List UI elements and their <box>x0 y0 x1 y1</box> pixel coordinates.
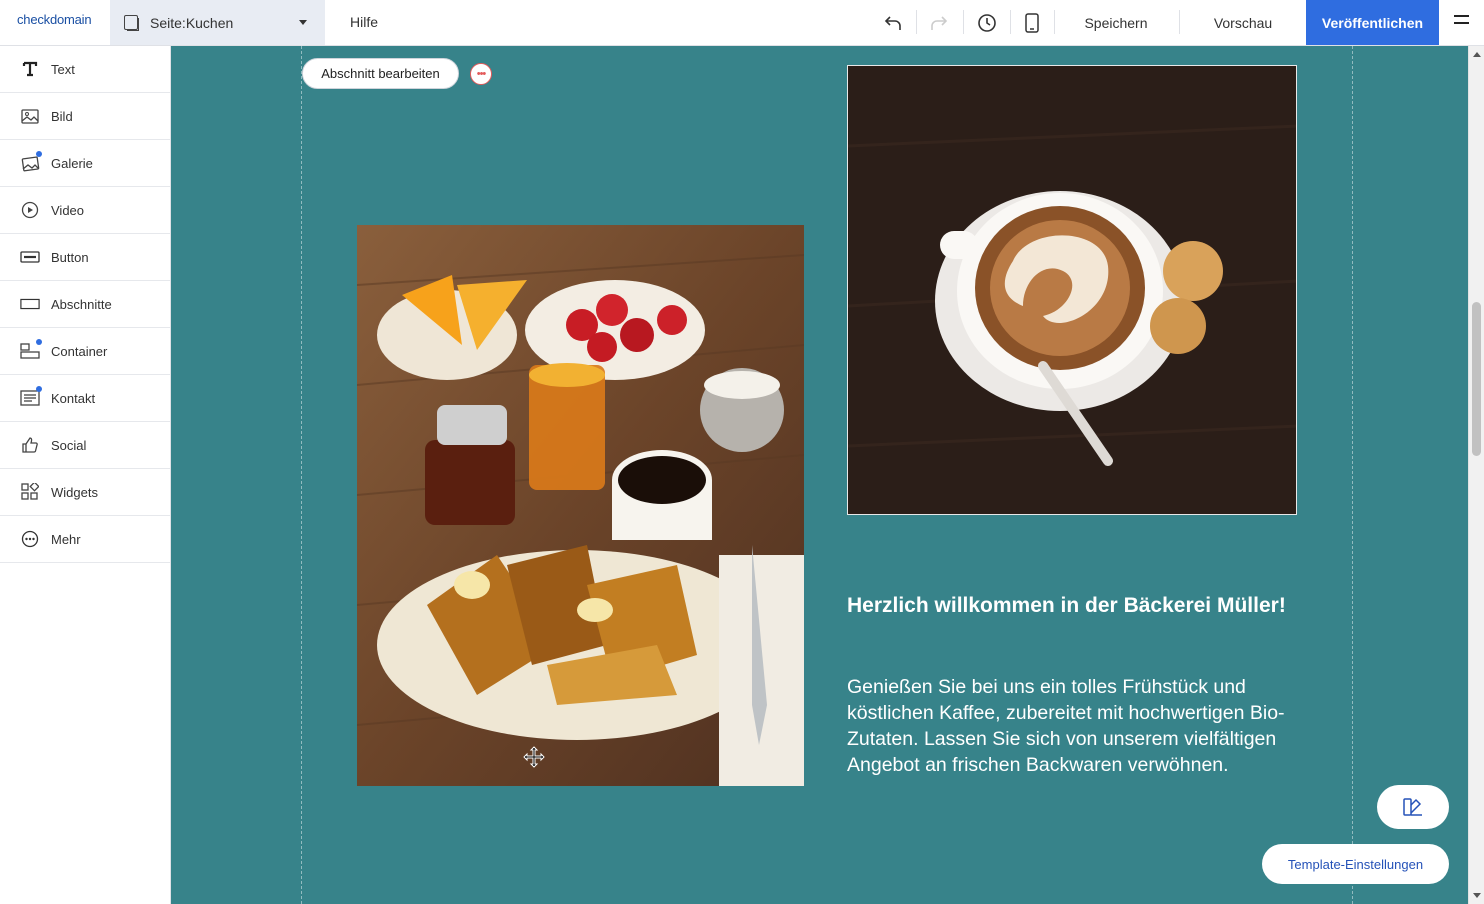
publish-button[interactable]: Veröffentlichen <box>1306 0 1439 45</box>
text-icon <box>20 59 40 79</box>
scroll-up-icon[interactable] <box>1473 52 1481 57</box>
sidebar-item-label: Social <box>51 437 87 453</box>
page-selector-label: Seite: <box>150 14 186 31</box>
page-selector-value: Kuchen <box>185 14 234 31</box>
vertical-scrollbar[interactable] <box>1468 46 1484 904</box>
scrollbar-thumb[interactable] <box>1472 302 1481 456</box>
more-icon <box>20 529 40 549</box>
sidebar-item-text[interactable]: Text <box>0 46 170 93</box>
sidebar-item-widgets[interactable]: Widgets <box>0 469 170 516</box>
sidebar-item-social[interactable]: Social <box>0 422 170 469</box>
breakfast-image[interactable] <box>357 225 804 786</box>
design-palette-icon <box>1403 798 1422 816</box>
logo[interactable]: checkdomain <box>17 12 92 27</box>
image-icon <box>20 106 40 126</box>
breakfast-illustration <box>357 225 804 786</box>
sidebar-item-button[interactable]: Button <box>0 234 170 281</box>
section-more-icon[interactable]: ••• <box>470 63 492 85</box>
save-button[interactable]: Speichern <box>1066 0 1166 45</box>
sidebar-item-gallery[interactable]: Galerie <box>0 140 170 187</box>
new-badge <box>36 386 42 392</box>
sidebar-item-image[interactable]: Bild <box>0 93 170 140</box>
sidebar-item-more[interactable]: Mehr <box>0 516 170 563</box>
new-badge <box>36 151 42 157</box>
sidebar-item-label: Widgets <box>51 484 98 500</box>
thumbs-up-icon <box>20 435 40 455</box>
menu-icon[interactable] <box>1454 15 1469 29</box>
scroll-down-icon[interactable] <box>1473 893 1481 898</box>
sidebar-item-label: Video <box>51 202 85 218</box>
page-selector[interactable]: Seite: Kuchen <box>110 0 325 45</box>
toolbar-divider <box>916 10 917 34</box>
contact-icon <box>20 386 42 408</box>
sidebar-item-label: Mehr <box>51 531 81 547</box>
sidebar-item-label: Abschnitte <box>51 296 112 312</box>
section-icon <box>20 294 40 314</box>
video-icon <box>20 200 40 220</box>
button-icon <box>20 247 40 267</box>
sidebar-item-label: Bild <box>51 108 73 124</box>
sidebar-item-label: Container <box>51 343 108 359</box>
undo-icon[interactable] <box>882 12 904 34</box>
sidebar-item-container[interactable]: Container <box>0 328 170 375</box>
toolbar-divider <box>1054 10 1055 34</box>
edit-section-button[interactable]: Abschnitt bearbeiten <box>302 58 459 89</box>
layout-guide-left <box>301 46 302 904</box>
coffee-illustration <box>848 66 1296 514</box>
sidebar-item-label: Kontakt <box>51 390 96 406</box>
sidebar-item-label: Galerie <box>51 155 93 171</box>
sidebar-item-label: Button <box>51 249 89 265</box>
design-tools-button[interactable] <box>1377 785 1449 829</box>
help-link[interactable]: Hilfe <box>350 14 378 30</box>
new-badge <box>36 339 42 345</box>
coffee-image[interactable] <box>847 65 1297 515</box>
preview-button[interactable]: Vorschau <box>1192 0 1294 45</box>
gallery-icon <box>20 151 42 173</box>
top-bar: checkdomain Seite: Kuchen Hilfe Speicher… <box>0 0 1484 46</box>
template-settings-button[interactable]: Template-Einstellungen <box>1262 844 1449 884</box>
chevron-down-icon <box>299 20 307 25</box>
editor-canvas[interactable]: Abschnitt bearbeiten ••• Herzlich willko… <box>171 46 1468 904</box>
sidebar-item-contact[interactable]: Kontakt <box>0 375 170 422</box>
move-cursor-icon <box>523 746 545 768</box>
container-icon <box>20 339 42 361</box>
history-icon[interactable] <box>976 12 998 34</box>
pages-icon <box>124 15 139 31</box>
sidebar-item-sections[interactable]: Abschnitte <box>0 281 170 328</box>
redo-icon[interactable] <box>928 12 950 34</box>
widgets-icon <box>20 482 40 502</box>
toolbar-divider <box>1179 10 1180 34</box>
element-sidebar: Text Bild Galerie Video Button Abschnitt… <box>0 46 171 904</box>
sidebar-item-label: Text <box>51 61 75 77</box>
toolbar-divider <box>1010 10 1011 34</box>
welcome-paragraph[interactable]: Genießen Sie bei uns ein tolles Frühstüc… <box>847 674 1307 778</box>
mobile-view-icon[interactable] <box>1021 12 1043 34</box>
sidebar-item-video[interactable]: Video <box>0 187 170 234</box>
toolbar-divider <box>963 10 964 34</box>
layout-guide-right <box>1352 46 1353 904</box>
welcome-headline[interactable]: Herzlich willkommen in der Bäckerei Müll… <box>847 592 1307 620</box>
